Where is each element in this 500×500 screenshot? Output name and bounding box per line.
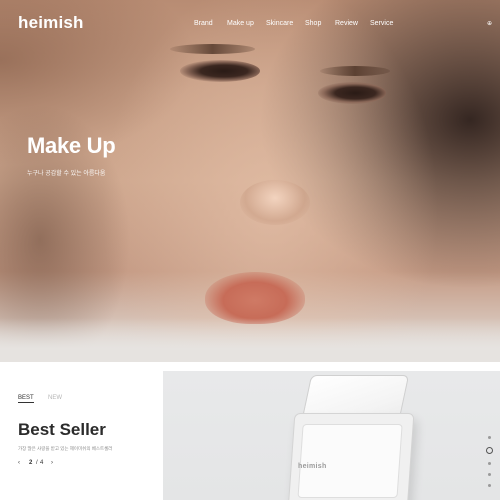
prev-arrow-icon[interactable]: ‹: [18, 460, 20, 466]
section-indicator: [484, 436, 494, 495]
hero-image-nose: [240, 180, 310, 225]
main-nav: Brand Make up Skincare Shop Review Servi…: [0, 20, 500, 34]
hero-image-brow-right: [320, 66, 390, 76]
section-indicator-dot[interactable]: [487, 484, 491, 487]
pager-current: 2: [29, 460, 33, 466]
globe-icon[interactable]: ⊕: [487, 20, 492, 27]
pager-total: 4: [40, 460, 44, 466]
section-indicator-dot[interactable]: [487, 462, 491, 465]
pager-separator: /: [36, 460, 38, 466]
next-arrow-icon[interactable]: ›: [51, 460, 53, 466]
tab-best[interactable]: BEST: [18, 395, 34, 403]
nav-item-shop[interactable]: Shop: [305, 20, 321, 27]
section-indicator-dot[interactable]: [487, 473, 491, 476]
compact-powder: [297, 424, 403, 498]
section-title: Best Seller: [18, 420, 106, 439]
hero-image-eye-left: [180, 60, 260, 82]
hero-subtitle: 누구나 공감할 수 있는 아름다움: [27, 171, 106, 177]
nav-item-review[interactable]: Review: [335, 20, 358, 27]
section-description: 가장 많은 사랑을 받고 있는 헤이미쉬의 베스트셀러: [18, 446, 113, 451]
product-image[interactable]: heimish: [163, 371, 500, 500]
hero-image-brow-left: [170, 44, 255, 54]
hero-title: Make Up: [27, 133, 116, 158]
product-brand-text: heimish: [298, 463, 327, 470]
nav-item-skincare[interactable]: Skincare: [266, 20, 293, 27]
hero-image-lips: [205, 272, 305, 324]
nav-item-service[interactable]: Service: [370, 20, 393, 27]
section-indicator-dot[interactable]: [487, 436, 491, 439]
tab-new[interactable]: NEW: [48, 395, 62, 402]
hero-image-eye-right: [318, 82, 386, 104]
section-indicator-dot[interactable]: [485, 447, 493, 454]
nav-item-brand[interactable]: Brand: [194, 20, 213, 27]
hero-banner: heimish Brand Make up Skincare Shop Revi…: [0, 0, 500, 362]
hero-image-surface: [0, 318, 500, 362]
nav-item-make-up[interactable]: Make up: [227, 20, 254, 27]
best-seller-section: BEST NEW Best Seller 가장 많은 사랑을 받고 있는 헤이미…: [0, 371, 163, 500]
compact-case: [287, 413, 415, 500]
